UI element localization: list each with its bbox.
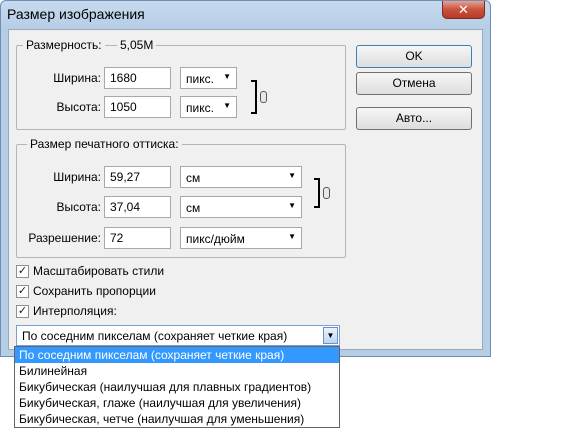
cancel-button[interactable]: Отмена (356, 72, 472, 95)
chain-link-icon[interactable] (323, 187, 330, 199)
interpolation-dropdown-list: По соседним пикселам (сохраняет четкие к… (14, 346, 340, 428)
print-width-unit-select[interactable]: см ▼ (180, 166, 302, 188)
print-width-value: 59,27 (110, 170, 141, 184)
auto-button[interactable]: Авто... (356, 107, 472, 130)
pixel-dimensions-size: 5,05M (117, 38, 157, 52)
chevron-down-icon: ▼ (288, 171, 296, 180)
pixel-height-label: Высота: (56, 100, 101, 114)
list-item[interactable]: Бикубическая, глаже (наилучшая для увели… (15, 395, 339, 411)
close-icon: ✕ (458, 2, 469, 17)
chevron-down-icon: ▼ (223, 72, 231, 81)
constrain-proportions-label[interactable]: Сохранить пропорции (33, 284, 156, 298)
resolution-label: Разрешение: (28, 231, 101, 245)
title-bar[interactable]: Размер изображения ✕ (1, 1, 490, 29)
print-constrain-bracket (314, 178, 320, 208)
print-height-unit-select[interactable]: см ▼ (180, 196, 302, 218)
resolution-unit-select[interactable]: пикс/дюйм ▼ (180, 227, 302, 249)
pixel-dimensions-group: Размерность: 5,05M Ширина: 1680 пикс. ▼ … (16, 38, 346, 130)
constrain-bracket (251, 80, 257, 114)
pixel-width-value: 1680 (110, 71, 137, 85)
list-item[interactable]: По соседним пикселам (сохраняет четкие к… (15, 347, 339, 363)
pixel-width-label: Ширина: (53, 71, 101, 85)
pixel-height-unit: пикс. (186, 101, 214, 115)
print-height-value: 37,04 (110, 200, 141, 214)
list-item[interactable]: Бикубическая, четче (наилучшая для умень… (15, 411, 339, 427)
resample-checkbox[interactable]: ✓ (16, 305, 29, 318)
close-button[interactable]: ✕ (442, 1, 485, 19)
print-height-unit: см (186, 201, 201, 215)
print-size-group: Размер печатного оттиска: Ширина: 59,27 … (16, 137, 346, 258)
constrain-proportions-checkbox[interactable]: ✓ (16, 285, 29, 298)
print-height-label: Высота: (56, 200, 101, 214)
print-width-label: Ширина: (53, 170, 101, 184)
print-width-input[interactable]: 59,27 (104, 166, 171, 188)
print-height-input[interactable]: 37,04 (104, 196, 171, 218)
pixel-width-input[interactable]: 1680 (104, 67, 171, 89)
print-size-legend: Размер печатного оттиска: (27, 137, 182, 151)
pixel-height-unit-select[interactable]: пикс. ▼ (180, 96, 237, 118)
dropdown-toggle[interactable]: ▼ (323, 327, 338, 344)
list-item[interactable]: Бикубическая (наилучшая для плавных град… (15, 379, 339, 395)
resolution-input[interactable]: 72 (104, 227, 171, 249)
scale-styles-checkbox[interactable]: ✓ (16, 265, 29, 278)
print-width-unit: см (186, 171, 201, 185)
pixel-height-input[interactable]: 1050 (104, 96, 171, 118)
chevron-down-icon: ▼ (288, 232, 296, 241)
chevron-down-icon: ▼ (288, 201, 296, 210)
pixel-height-value: 1050 (110, 100, 137, 114)
chevron-down-icon: ▼ (223, 101, 231, 110)
pixel-width-unit: пикс. (186, 72, 214, 86)
list-item[interactable]: Билинейная (15, 363, 339, 379)
dialog-body: Размерность: 5,05M Ширина: 1680 пикс. ▼ … (8, 29, 483, 350)
image-size-dialog: Размер изображения ✕ Размерность: 5,05M … (0, 0, 491, 357)
chevron-down-icon: ▼ (326, 331, 335, 340)
pixel-width-unit-select[interactable]: пикс. ▼ (180, 67, 237, 89)
interpolation-selected-value: По соседним пикселам (сохраняет четкие к… (22, 329, 288, 343)
resample-label[interactable]: Интерполяция: (33, 304, 117, 318)
pixel-dimensions-legend: Размерность: (23, 38, 105, 52)
dialog-title: Размер изображения (7, 6, 145, 22)
chain-link-icon[interactable] (260, 91, 267, 103)
scale-styles-label[interactable]: Масштабировать стили (33, 264, 164, 278)
resolution-unit: пикс/дюйм (186, 232, 245, 246)
resolution-value: 72 (110, 231, 124, 245)
interpolation-select[interactable]: По соседним пикселам (сохраняет четкие к… (16, 325, 340, 346)
ok-button[interactable]: OK (356, 45, 472, 68)
